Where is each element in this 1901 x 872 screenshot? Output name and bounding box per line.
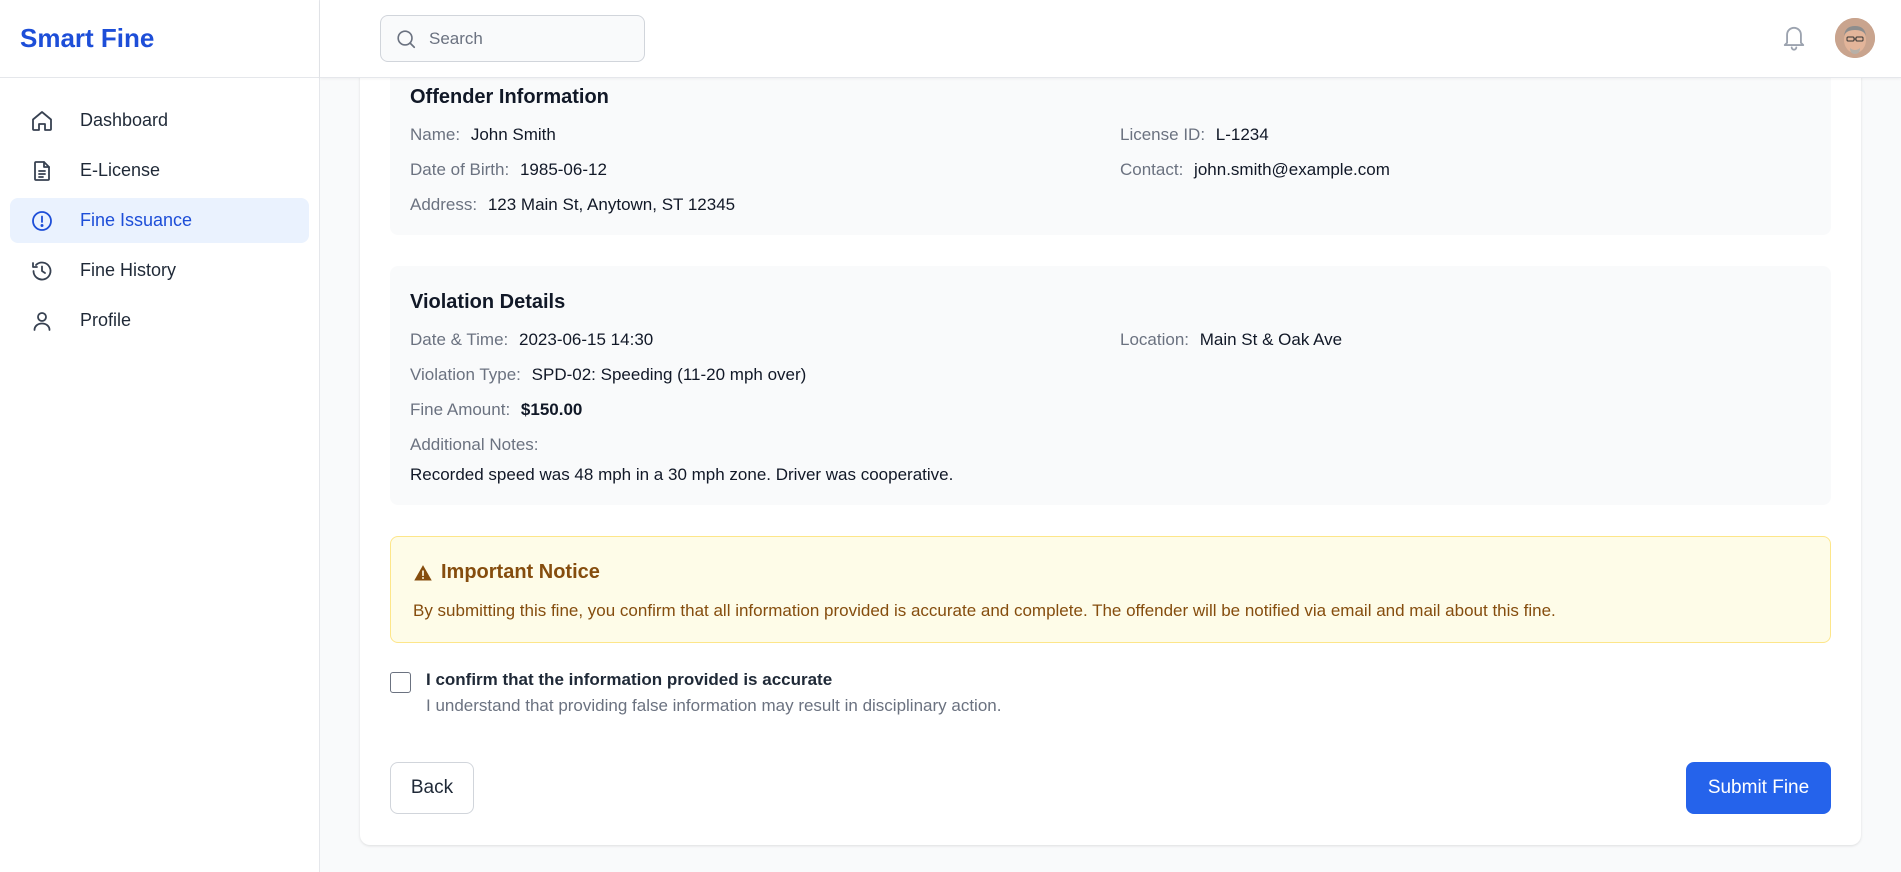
- back-button[interactable]: Back: [390, 762, 474, 814]
- field-label: Address:: [410, 195, 478, 214]
- confirm-label[interactable]: I confirm that the information provided …: [426, 670, 832, 690]
- offender-dob-field: Date of Birth: 1985-06-12: [410, 160, 607, 180]
- violation-datetime-field: Date & Time: 2023-06-15 14:30: [410, 330, 653, 350]
- user-icon: [30, 309, 54, 333]
- sidebar-item-label: Dashboard: [80, 110, 169, 130]
- sidebar-item-profile[interactable]: Profile: [10, 298, 309, 343]
- important-notice: Important Notice By submitting this fine…: [390, 536, 1831, 643]
- sidebar-item-label: Fine History: [80, 260, 177, 280]
- offender-information-panel: Offender Information Name: John Smith Li…: [390, 60, 1831, 235]
- notice-text: By submitting this fine, you confirm tha…: [413, 601, 1556, 620]
- violation-notes-text: Recorded speed was 48 mph in a 30 mph zo…: [410, 465, 953, 485]
- field-value: 2023-06-15 14:30: [519, 330, 654, 349]
- submit-fine-button[interactable]: Submit Fine: [1686, 762, 1831, 814]
- field-label: Violation Type:: [410, 365, 521, 384]
- sidebar-item-e-license[interactable]: E-License: [10, 148, 309, 193]
- sidebar-item-label: Fine Issuance: [80, 210, 193, 230]
- violation-type-field: Violation Type: SPD-02: Speeding (11-20 …: [410, 365, 806, 385]
- field-label: Location:: [1120, 330, 1189, 349]
- field-value: john.smith@example.com: [1194, 160, 1390, 179]
- warning-icon: [414, 564, 432, 580]
- offender-license-field: License ID: L-1234: [1120, 125, 1269, 145]
- field-label: Fine Amount:: [410, 400, 511, 419]
- field-label: Date & Time:: [410, 330, 509, 349]
- confirm-description: I understand that providing false inform…: [426, 696, 1002, 715]
- notice-heading: Important Notice: [413, 561, 600, 584]
- confirm-checkbox[interactable]: [390, 672, 411, 693]
- search-input[interactable]: [429, 28, 609, 49]
- bell-icon: [1783, 26, 1805, 51]
- field-value: 1985-06-12: [519, 160, 607, 179]
- avatar[interactable]: [1835, 18, 1875, 58]
- field-value: Main St & Oak Ave: [1199, 330, 1343, 349]
- field-label: Additional Notes:: [410, 435, 539, 454]
- fine-amount-value: $150.00: [520, 400, 583, 419]
- violation-notes-label: Additional Notes:: [410, 435, 545, 455]
- field-value: Recorded speed was 48 mph in a 30 mph zo…: [410, 465, 954, 484]
- home-icon: [30, 109, 54, 133]
- document-icon: [30, 159, 54, 183]
- violation-amount-field: Fine Amount: $150.00: [410, 400, 582, 420]
- history-icon: [30, 259, 54, 283]
- violation-section-title: Violation Details: [410, 291, 566, 313]
- offender-name-field: Name: John Smith: [410, 125, 556, 145]
- sidebar-nav: Dashboard E-License Fine Issuance Fine H…: [0, 78, 319, 368]
- field-value: 123 Main St, Anytown, ST 12345: [487, 195, 736, 214]
- search-box[interactable]: [380, 15, 645, 62]
- sidebar-item-fine-history[interactable]: Fine History: [10, 248, 309, 293]
- field-label: Contact:: [1120, 160, 1184, 179]
- offender-address-field: Address: 123 Main St, Anytown, ST 12345: [410, 195, 735, 215]
- sidebar-item-dashboard[interactable]: Dashboard: [10, 98, 309, 143]
- notification-button[interactable]: [1780, 22, 1808, 52]
- field-label: Date of Birth:: [410, 160, 510, 179]
- field-value: SPD-02: Speeding (11-20 mph over): [531, 365, 807, 384]
- violation-location-field: Location: Main St & Oak Ave: [1120, 330, 1342, 350]
- fine-review-card: Offender Information Name: John Smith Li…: [360, 60, 1861, 845]
- field-value: John Smith: [470, 125, 556, 144]
- search-icon: [397, 29, 416, 48]
- sidebar: Smart Fine Dashboard E-License Fine Issu…: [0, 0, 320, 872]
- sidebar-item-label: E-License: [80, 160, 161, 180]
- notice-title: Important Notice: [441, 561, 600, 583]
- field-value: L-1234: [1215, 125, 1269, 144]
- offender-contact-field: Contact: john.smith@example.com: [1120, 160, 1390, 180]
- sidebar-item-label: Profile: [80, 310, 132, 330]
- offender-section-title: Offender Information: [410, 86, 609, 108]
- field-label: License ID:: [1120, 125, 1206, 144]
- alert-circle-icon: [30, 209, 54, 233]
- sidebar-item-fine-issuance[interactable]: Fine Issuance: [10, 198, 309, 243]
- brand-logo[interactable]: Smart Fine: [0, 0, 319, 78]
- field-label: Name:: [410, 125, 461, 144]
- top-header: [320, 0, 1901, 78]
- user-avatar-icon: [1835, 18, 1875, 58]
- violation-details-panel: Violation Details Date & Time: 2023-06-1…: [390, 266, 1831, 505]
